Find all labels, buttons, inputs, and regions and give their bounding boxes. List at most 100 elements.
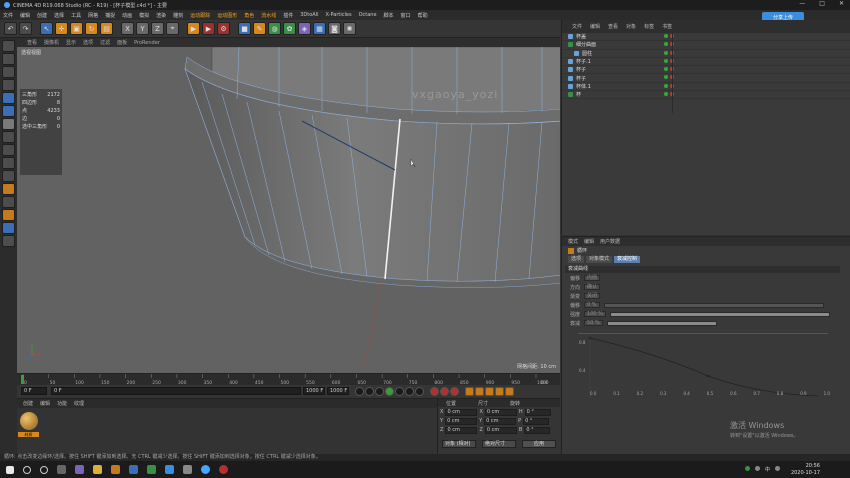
autokey-icon[interactable] — [440, 386, 449, 396]
menu-file[interactable]: 文件 — [3, 12, 13, 19]
subtab-object-mode[interactable]: 对象模式 — [586, 255, 613, 263]
subtab-options[interactable]: 选项 — [568, 255, 585, 263]
x-axis-lock-icon[interactable]: X — [121, 22, 134, 35]
cortana-icon[interactable] — [40, 465, 48, 474]
layer-icon[interactable] — [2, 222, 15, 234]
menu-pipeline[interactable]: 流水线 — [261, 12, 276, 19]
strength-slider[interactable] — [609, 311, 830, 317]
section-header[interactable]: 衰减曲线 — [565, 266, 840, 273]
property-dropdown[interactable]: 确认 — [584, 284, 601, 290]
viewport-menu-cameras[interactable]: 摄像机 — [44, 39, 59, 46]
om-menu-tags[interactable]: 标签 — [644, 23, 654, 30]
menu-mesh[interactable]: 网格 — [88, 12, 98, 19]
material-menu-edit[interactable]: 编辑 — [40, 400, 50, 407]
next-frame-icon[interactable] — [395, 386, 404, 396]
undo-icon[interactable]: ↶ — [4, 22, 17, 35]
make-editable-icon[interactable] — [2, 40, 15, 52]
size-mode-dropdown[interactable]: 绝对尺寸 — [482, 440, 516, 448]
subtab-falloff[interactable]: 衰减控制 — [614, 255, 641, 263]
am-menu-edit[interactable]: 编辑 — [584, 238, 594, 245]
light-icon[interactable]: ✺ — [343, 22, 356, 35]
move-tool-icon[interactable]: ✛ — [55, 22, 68, 35]
volume-icon[interactable] — [775, 466, 781, 471]
property-field[interactable]: 50 % — [584, 320, 603, 326]
object-name[interactable]: 杯子 — [576, 75, 586, 82]
model-mode-icon[interactable] — [2, 53, 15, 65]
menu-help[interactable]: 帮助 — [418, 12, 428, 19]
menu-sculpt[interactable]: 雕刻 — [173, 12, 183, 19]
column-divider[interactable] — [672, 33, 673, 113]
points-mode-icon[interactable] — [2, 92, 15, 104]
menu-create[interactable]: 创建 — [37, 12, 47, 19]
app-icon[interactable] — [129, 465, 138, 474]
object-name[interactable]: 杯子 — [576, 66, 586, 73]
position-x-field[interactable]: 0 cm — [445, 408, 478, 416]
timeline-ruler[interactable]: 0 50 100 150 200 250 300 350 400 450 500 550 600 650 7… — [17, 373, 560, 386]
object-name[interactable]: 杯 — [576, 91, 581, 98]
y-axis-lock-icon[interactable]: Y — [136, 22, 149, 35]
menu-window[interactable]: 窗口 — [401, 12, 411, 19]
property-dropdown[interactable]: 关闭 — [584, 293, 601, 299]
menu-octane[interactable]: Octane — [359, 12, 377, 18]
render-view-icon[interactable]: ▶ — [187, 22, 200, 35]
property-field[interactable]: 0 % — [584, 302, 600, 308]
coordinate-system-icon[interactable]: ⌖ — [166, 22, 179, 35]
search-icon[interactable] — [23, 465, 31, 474]
recent-tool-icon[interactable]: ▤ — [100, 22, 113, 35]
apply-button[interactable]: 应用 — [522, 440, 556, 448]
object-row[interactable]: 杯体.1 — [562, 83, 850, 92]
om-menu-view[interactable]: 查看 — [608, 23, 618, 30]
goto-start-icon[interactable] — [355, 386, 364, 396]
property-slider[interactable] — [603, 302, 824, 308]
property-dropdown[interactable]: 内侧 — [584, 275, 601, 281]
object-name[interactable]: 杯子.1 — [576, 58, 591, 65]
menu-edit[interactable]: 编辑 — [20, 12, 30, 19]
size-z-field[interactable]: 0 cm — [484, 426, 517, 434]
brush-icon[interactable] — [2, 209, 15, 221]
deformer-icon[interactable]: ◈ — [298, 22, 311, 35]
tweak-mode-icon[interactable] — [2, 157, 15, 169]
enable-axis-icon[interactable] — [2, 144, 15, 156]
file-explorer-icon[interactable] — [93, 465, 102, 474]
material-menu-function[interactable]: 功能 — [57, 400, 67, 407]
position-z-field[interactable]: 0 cm — [445, 426, 478, 434]
falloff-slider[interactable] — [606, 320, 717, 326]
uv-mode-icon[interactable] — [2, 131, 15, 143]
network-icon[interactable] — [755, 466, 760, 471]
live-select-icon[interactable]: ↖ — [40, 22, 53, 35]
am-menu-userdata[interactable]: 用户数据 — [600, 238, 620, 245]
menu-plugins[interactable]: 插件 — [283, 12, 293, 19]
app-icon[interactable] — [75, 465, 84, 474]
property-field[interactable]: 100 % — [584, 311, 606, 317]
object-row[interactable]: 杯 — [562, 91, 850, 100]
close-button[interactable]: ✕ — [839, 0, 844, 7]
current-frame-field[interactable]: 0 F — [51, 387, 301, 395]
ime-indicator[interactable]: 中 — [765, 466, 770, 473]
size-y-field[interactable]: 0 cm — [484, 417, 517, 425]
redo-icon[interactable]: ↷ — [19, 22, 32, 35]
param-key-icon[interactable] — [495, 386, 504, 396]
menu-script[interactable]: 脚本 — [384, 12, 394, 19]
snap-icon[interactable] — [2, 170, 15, 182]
menu-mograph[interactable]: 运动图形 — [217, 12, 237, 19]
menu-xparticles[interactable]: X-Particles — [326, 12, 352, 18]
position-key-icon[interactable] — [465, 386, 474, 396]
object-name[interactable]: 杯体.1 — [576, 83, 591, 90]
falloff-curve-graph[interactable]: 0.8 0.4 — [578, 333, 828, 398]
rotation-b-field[interactable]: 0 ° — [524, 426, 551, 434]
object-name[interactable]: 杯盖 — [576, 33, 586, 40]
menu-select[interactable]: 选择 — [54, 12, 64, 19]
app-icon[interactable] — [111, 465, 120, 474]
preview-end-field[interactable]: 1000 F — [327, 387, 349, 395]
viewport-menu-panel[interactable]: 面板 — [117, 39, 127, 46]
menu-simulate[interactable]: 模拟 — [139, 12, 149, 19]
texture-mode-icon[interactable] — [2, 66, 15, 78]
rotation-key-icon[interactable] — [485, 386, 494, 396]
om-menu-edit[interactable]: 编辑 — [590, 23, 600, 30]
material-menu-texture[interactable]: 纹理 — [74, 400, 84, 407]
scale-tool-icon[interactable]: ▣ — [70, 22, 83, 35]
z-axis-lock-icon[interactable]: Z — [151, 22, 164, 35]
om-menu-bookmarks[interactable]: 书签 — [662, 23, 672, 30]
object-name[interactable]: 圆柱 — [582, 50, 592, 57]
scale-key-icon[interactable] — [475, 386, 484, 396]
